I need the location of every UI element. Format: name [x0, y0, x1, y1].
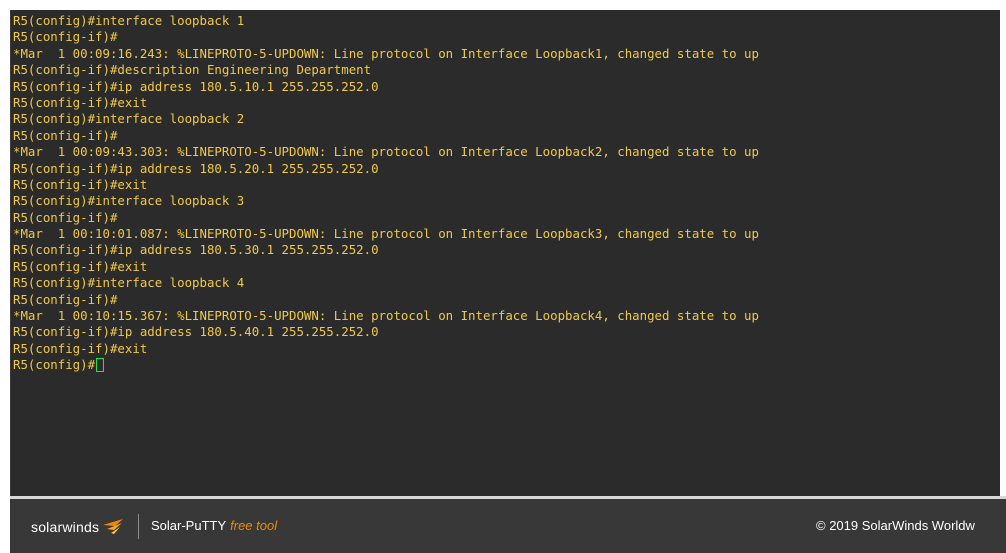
terminal-line: R5(config)#interface loopback 3 [13, 193, 245, 209]
terminal-line: R5(config-if)# [13, 127, 118, 143]
terminal-line: R5(config-if)#exit [13, 176, 148, 192]
terminal-prompt-line[interactable]: R5(config)# [13, 357, 1000, 373]
copyright-text: © 2019 SolarWinds Worldw [816, 518, 975, 533]
brand-name: solarwinds [31, 519, 100, 535]
terminal-prompt: R5(config)# [13, 357, 96, 373]
terminal-line: R5(config)#interface loopback 4 [13, 275, 245, 291]
solarwinds-bird-icon [102, 518, 124, 536]
terminal-line: *Mar 1 00:10:01.087: %LINEPROTO-5-UPDOWN… [13, 226, 759, 242]
terminal-line: R5(config-if)# [13, 29, 118, 45]
solarwinds-logo[interactable]: solarwinds [31, 516, 124, 538]
terminal-line: R5(config-if)# [13, 291, 118, 307]
terminal-line: R5(config-if)#description Engineering De… [13, 62, 372, 78]
terminal-line: R5(config-if)#exit [13, 258, 148, 274]
terminal-line: R5(config)#interface loopback 1 [13, 13, 245, 28]
solar-putty-window: R5(config)#interface loopback 1 R5(confi… [0, 0, 1006, 553]
terminal-line: R5(config-if)#ip address 180.5.30.1 255.… [13, 242, 379, 258]
terminal-output[interactable]: R5(config)#interface loopback 1 R5(confi… [10, 10, 1000, 496]
terminal-line: *Mar 1 00:09:16.243: %LINEPROTO-5-UPDOWN… [13, 45, 759, 61]
terminal-line: R5(config-if)#exit [13, 94, 148, 110]
product-tag: free tool [230, 518, 278, 533]
terminal-line: R5(config-if)#ip address 180.5.40.1 255.… [13, 324, 379, 340]
footer-divider [138, 514, 139, 539]
terminal-line: R5(config-if)#ip address 180.5.20.1 255.… [13, 160, 379, 176]
terminal-cursor [96, 358, 105, 373]
product-name: Solar-PuTTY [151, 518, 227, 533]
terminal-line: R5(config-if)#ip address 180.5.10.1 255.… [13, 78, 379, 94]
terminal-line: *Mar 1 00:09:43.303: %LINEPROTO-5-UPDOWN… [13, 144, 759, 160]
terminal-line: R5(config)#interface loopback 2 [13, 111, 245, 127]
terminal-line: R5(config-if)# [13, 209, 118, 225]
terminal-line: R5(config-if)#exit [13, 340, 148, 356]
product-label: Solar-PuTTY free tool [151, 518, 277, 533]
terminal-line: *Mar 1 00:10:15.367: %LINEPROTO-5-UPDOWN… [13, 308, 759, 324]
footer-bar: solarwinds Solar-PuTTY free tool © 2019 S… [10, 499, 1006, 553]
